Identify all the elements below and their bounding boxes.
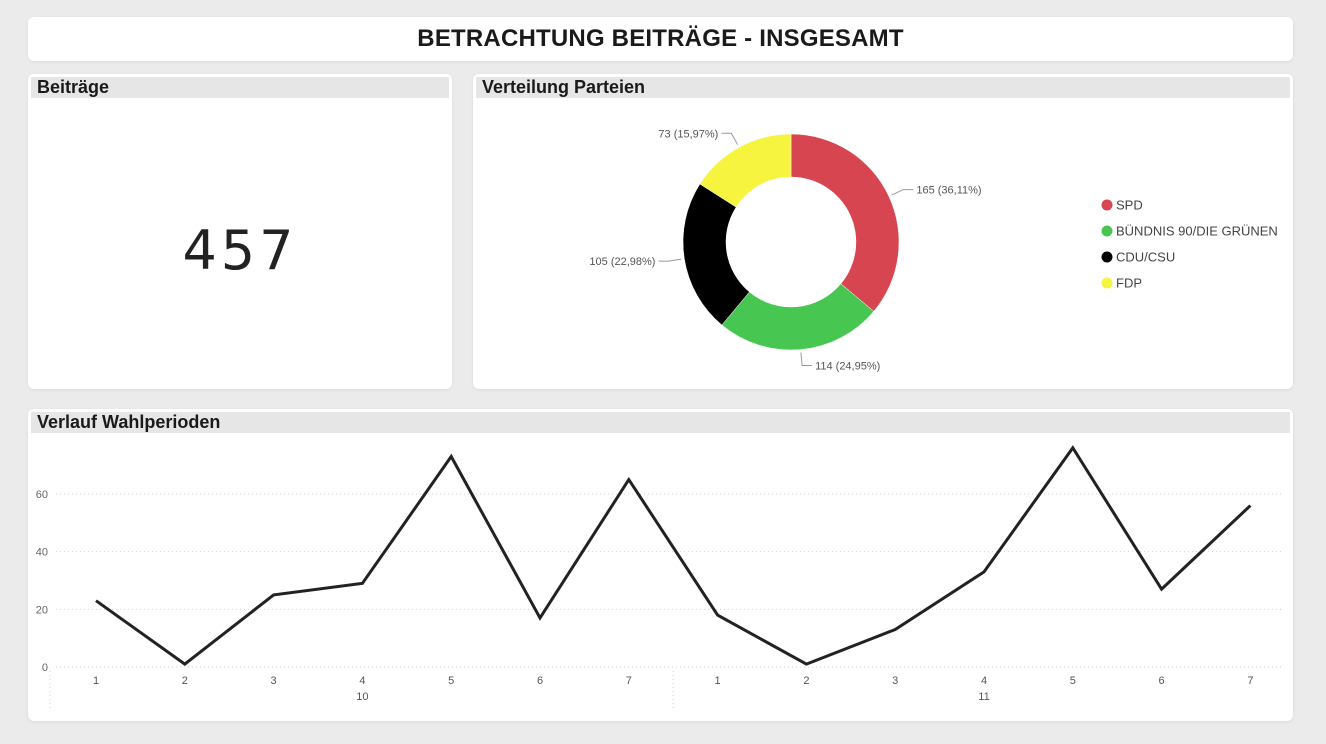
x-tick-7: 1	[715, 675, 721, 687]
x-tick-8: 2	[803, 675, 809, 687]
x-tick-6: 7	[626, 675, 632, 687]
x-tick-1: 2	[182, 675, 188, 687]
x-tick-13: 7	[1247, 675, 1253, 687]
legend-label-3: FDP	[1116, 276, 1142, 291]
y-tick-0: 0	[42, 662, 48, 674]
y-tick-20: 20	[36, 604, 48, 616]
legend-marker-2	[1101, 251, 1113, 263]
y-tick-60: 60	[36, 489, 48, 501]
title-card: BETRACHTUNG BEITRÄGE - INSGESAMT	[28, 17, 1293, 61]
donut-leader-2	[658, 258, 682, 262]
donut-label-2: 105 (22,98%)	[589, 256, 655, 268]
line-chart: 0 20 40 60 1 2 3 4 5 6 7 1 2 3 4 5 6 7 10 11	[36, 445, 1283, 709]
legend-label-2: CDU/CSU	[1116, 250, 1175, 265]
donut-card: Verteilung Parteien 165 (36,11%) 114 (24,…	[473, 74, 1293, 389]
x-tick-3: 4	[359, 675, 365, 687]
y-tick-40: 40	[36, 547, 48, 559]
kpi-header: Beiträge	[31, 77, 449, 98]
x-tick-9: 3	[892, 675, 898, 687]
donut-slice-2	[682, 183, 750, 326]
x-tick-10: 4	[981, 675, 987, 687]
donut-label-0: 165 (36,11%)	[916, 185, 981, 197]
legend-label-1: BÜNDNIS 90/DIE GRÜNEN	[1116, 224, 1278, 239]
kpi-value: 457	[182, 219, 298, 282]
donut-leader-3	[721, 132, 739, 145]
donut-label-3: 73 (15,97%)	[658, 128, 718, 140]
x-tick-5: 6	[537, 675, 543, 687]
donut-slice-0	[790, 133, 900, 312]
legend-marker-1	[1101, 225, 1113, 237]
donut-leader-1	[800, 352, 813, 367]
donut-chart: 165 (36,11%) 114 (24,95%) 105 (22,98%) 73 (…	[589, 128, 1278, 373]
donut-label-1: 114 (24,95%)	[815, 361, 880, 373]
x-tick-2: 3	[271, 675, 277, 687]
legend-marker-0	[1101, 199, 1113, 211]
x-group-label-1: 11	[978, 691, 989, 703]
legend-marker-3	[1101, 277, 1113, 289]
series-line	[95, 445, 1252, 666]
x-tick-0: 1	[93, 675, 99, 687]
x-tick-12: 6	[1159, 675, 1165, 687]
x-tick-11: 5	[1070, 675, 1076, 687]
line-card: Verlauf Wahlperioden 0 20 40 60 1 2 3 4 5 6 7 1 2 3 4 5…	[28, 409, 1293, 721]
x-group-label-0: 10	[356, 691, 368, 703]
donut-leader-0	[891, 189, 914, 196]
legend-label-0: SPD	[1116, 198, 1143, 213]
x-tick-4: 5	[448, 675, 454, 687]
kpi-card: Beiträge 457	[28, 74, 452, 389]
page-title: BETRACHTUNG BEITRÄGE - INSGESAMT	[417, 25, 904, 52]
